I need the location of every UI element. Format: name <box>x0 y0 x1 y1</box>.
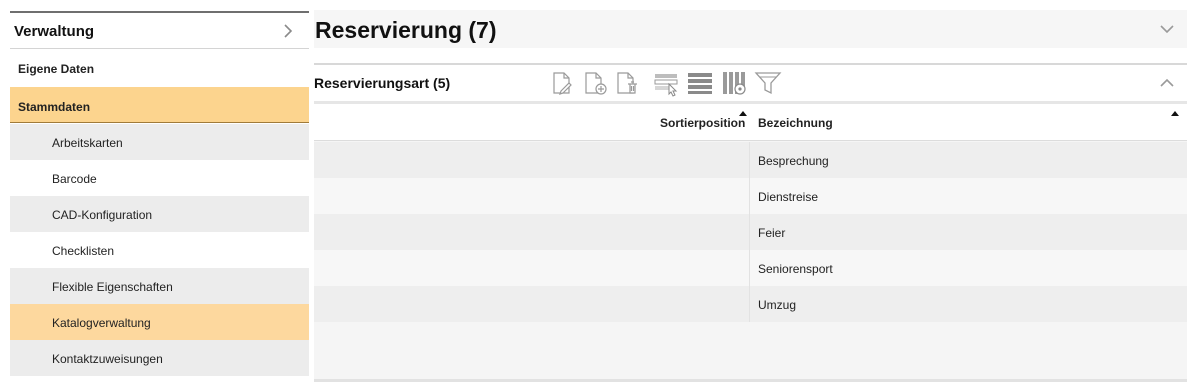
select-rows-icon[interactable] <box>652 69 680 97</box>
column-header-bezeichnung[interactable]: Bezeichnung <box>758 116 833 130</box>
table-row[interactable]: Dienstreise <box>314 178 1187 214</box>
table-row[interactable]: Umzug <box>314 286 1187 322</box>
grid-header-row: Sortierposition Bezeichnung <box>314 104 1187 141</box>
column-header-sortierposition[interactable]: Sortierposition <box>660 116 745 130</box>
sort-ascending-icon[interactable] <box>739 111 747 116</box>
cell-bezeichnung: Besprechung <box>758 154 829 168</box>
cell-bezeichnung: Dienstreise <box>758 190 819 204</box>
grid-bottom-border <box>314 379 1187 382</box>
sidebar-item-label: Arbeitskarten <box>52 136 123 150</box>
column-settings-icon[interactable] <box>720 69 748 97</box>
filter-icon[interactable] <box>754 69 782 97</box>
sidebar-section-label: Eigene Daten <box>18 62 95 76</box>
sidebar-item-cad-konfiguration[interactable]: CAD-Konfiguration <box>10 196 309 232</box>
panel-header: Reservierungsart (5) <box>314 65 1187 101</box>
sidebar-item-checklisten[interactable]: Checklisten <box>10 232 309 268</box>
sidebar-item-flexible-eigenschaften[interactable]: Flexible Eigenschaften <box>10 268 309 304</box>
sidebar-section-label: Stammdaten <box>18 100 91 114</box>
data-grid: Sortierposition Bezeichnung Besprechung … <box>314 104 1187 381</box>
sidebar-title: Verwaltung <box>14 23 95 40</box>
cell-bezeichnung: Umzug <box>758 298 797 312</box>
sidebar-item-label: Checklisten <box>52 244 115 258</box>
cell-bezeichnung: Feier <box>758 226 786 240</box>
add-document-icon[interactable] <box>582 69 610 97</box>
cell-sortierposition <box>314 214 750 250</box>
sidebar-section-stammdaten[interactable]: Stammdaten <box>10 87 309 123</box>
table-row[interactable]: Seniorensport <box>314 250 1187 286</box>
cell-bezeichnung: Seniorensport <box>758 262 833 276</box>
sidebar-item-katalogverwaltung[interactable]: Katalogverwaltung <box>10 304 309 340</box>
sidebar-header[interactable]: Verwaltung <box>10 13 309 49</box>
sidebar-item-arbeitskarten[interactable]: Arbeitskarten <box>10 124 309 160</box>
chevron-down-icon[interactable] <box>1159 21 1175 37</box>
cell-sortierposition <box>314 286 750 322</box>
edit-document-icon[interactable] <box>548 69 576 97</box>
sidebar-item-label: Flexible Eigenschaften <box>52 280 173 294</box>
sort-ascending-icon[interactable] <box>1171 111 1179 116</box>
page-header: Reservierung (7) <box>314 10 1187 48</box>
sidebar-item-label: CAD-Konfiguration <box>52 208 153 222</box>
sidebar-item-label: Barcode <box>52 172 97 186</box>
cell-sortierposition <box>314 178 750 214</box>
sidebar: Verwaltung Eigene Daten Stammdaten Arbei… <box>0 0 309 386</box>
panel-title: Reservierungsart (5) <box>314 75 451 91</box>
sidebar-section-eigene-daten[interactable]: Eigene Daten <box>10 50 309 86</box>
sidebar-item-label: Katalogverwaltung <box>52 316 151 330</box>
table-row[interactable]: Feier <box>314 214 1187 250</box>
chevron-up-icon[interactable] <box>1159 75 1175 91</box>
chevron-right-icon[interactable] <box>281 24 295 38</box>
sidebar-item-label: Kontaktzuweisungen <box>52 352 163 366</box>
table-row[interactable]: Besprechung <box>314 142 1187 178</box>
list-view-icon[interactable] <box>686 69 714 97</box>
cell-sortierposition <box>314 142 750 178</box>
page-title: Reservierung (7) <box>315 17 497 43</box>
sidebar-item-barcode[interactable]: Barcode <box>10 160 309 196</box>
cell-sortierposition <box>314 250 750 286</box>
delete-document-icon[interactable] <box>614 69 642 97</box>
sidebar-item-kontaktzuweisungen[interactable]: Kontaktzuweisungen <box>10 340 309 376</box>
